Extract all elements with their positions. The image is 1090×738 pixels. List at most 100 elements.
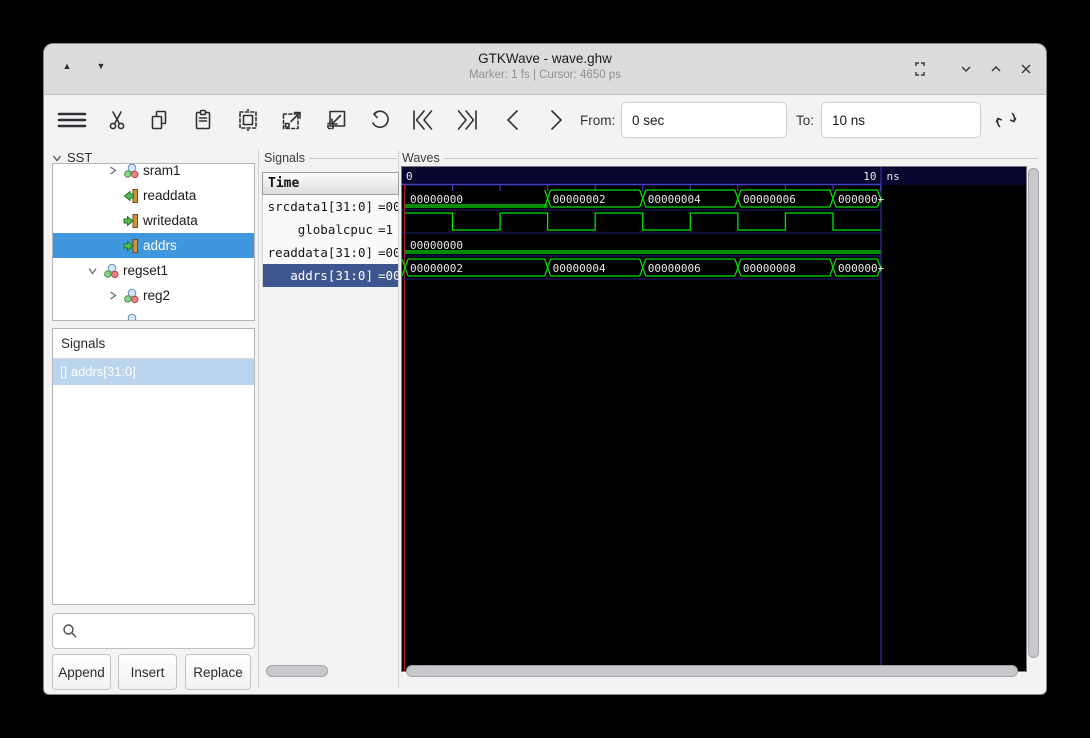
skip-to-end-icon [453,107,481,133]
svg-text:00000006: 00000006 [743,193,796,206]
copy-button[interactable] [142,103,176,137]
signal-value: =1 [378,222,393,237]
go-to-start-button[interactable] [406,103,440,137]
svg-text:00000000: 00000000 [410,239,463,252]
zoom-fit-button[interactable] [231,103,265,137]
fullscreen-button[interactable] [909,58,931,80]
paste-icon [191,108,215,132]
paste-button[interactable] [186,103,220,137]
insert-button[interactable]: Insert [118,654,177,690]
list-item[interactable]: [] addrs[31:0] [53,359,254,385]
close-icon [1018,61,1034,77]
chevron-collapsed-icon[interactable] [103,165,121,176]
zoom-fit-icon [235,107,261,133]
cut-button[interactable] [100,103,134,137]
zoom-out-icon [323,107,349,133]
tree-item-label: sram1 [143,163,181,178]
zoom-in-button[interactable] [275,103,309,137]
tree-item-label: readdata [143,188,196,203]
signal-row[interactable]: addrs[31:0] =00000002 [263,264,398,287]
go-to-end-button[interactable] [450,103,484,137]
undo-button[interactable] [362,103,396,137]
waves-hscrollbar[interactable] [406,665,1018,677]
chevron-expanded-icon [51,152,63,164]
signals-hscrollbar[interactable] [266,665,328,677]
svg-text:00000008: 00000008 [743,262,796,275]
tree-item-partial[interactable] [53,308,254,321]
signals-frame-label: Signals [264,151,397,165]
module-icon [121,163,141,179]
svg-text:00000002: 00000002 [410,262,463,275]
tree-item-label: reg2 [143,288,170,303]
zoom-out-button[interactable] [319,103,353,137]
tree-item-regset1[interactable]: regset1 [53,258,254,283]
search-field[interactable] [52,613,255,649]
close-button[interactable] [1015,58,1037,80]
next-edge-button[interactable] [539,103,573,137]
signals-list-header[interactable]: Signals [53,329,254,359]
svg-text:00000000: 00000000 [410,193,463,206]
append-button[interactable]: Append [52,654,111,690]
replace-button[interactable]: Replace [185,654,251,690]
svg-text:000000+: 000000+ [838,193,885,206]
marker-cursor-status: Marker: 1 fs | Cursor: 4650 ps [44,69,1046,81]
sst-tree[interactable]: sram1 readdata writedata addrs regset1 reg2 [52,163,255,321]
signal-row[interactable]: srcdata1[31:0] =00000000 [263,195,398,218]
window-title: GTKWave - wave.ghw [44,51,1046,66]
port-out-icon [121,238,141,254]
signal-name: globalcpuc [263,218,373,241]
from-label: From: [580,113,615,128]
previous-edge-button[interactable] [496,103,530,137]
tree-item-writedata[interactable]: writedata [53,208,254,233]
signal-name: addrs[31:0] [263,264,373,287]
module-icon [121,313,141,322]
signal-name-rows[interactable]: srcdata1[31:0] =00000000 globalcpuc =1 readd… [262,195,399,287]
signal-row[interactable]: readdata[31:0]=00000000 [263,241,398,264]
to-input[interactable] [821,102,981,138]
pane-divider[interactable] [258,150,259,688]
wave-canvas[interactable]: 010ns00000000000000020000000400000006000… [401,166,1027,672]
signals-list[interactable]: [] addrs[31:0] [53,359,254,385]
chevron-right-icon [543,107,569,133]
reload-icon [993,107,1019,133]
chevron-collapsed-icon[interactable] [103,290,121,301]
svg-text:00000006: 00000006 [648,262,701,275]
chevron-left-icon [500,107,526,133]
port-out-icon [121,213,141,229]
fullscreen-icon [912,61,928,77]
tree-item-readdata[interactable]: readdata [53,183,254,208]
tree-item-label: writedata [143,213,198,228]
zoom-in-icon [279,107,305,133]
reload-button[interactable] [989,103,1023,137]
tree-item-addrs[interactable]: addrs [53,233,254,258]
signal-value: =00000002 [378,268,398,283]
time-column-header[interactable]: Time [262,172,399,195]
hamburger-menu-icon [57,108,87,132]
svg-text:00000004: 00000004 [648,193,701,206]
chevron-up-icon [988,61,1004,77]
titlebar[interactable]: ▲ ▼ GTKWave - wave.ghw Marker: 1 fs | Cu… [44,44,1046,95]
maximize-button[interactable] [985,58,1007,80]
tree-item-sram1[interactable]: sram1 [53,163,254,183]
svg-text:ns: ns [887,170,900,183]
waves-vscrollbar[interactable] [1028,168,1039,658]
signal-row[interactable]: globalcpuc =1 [263,218,398,241]
port-in-icon [121,188,141,204]
minimize-button[interactable] [955,58,977,80]
gtkwave-window: ▲ ▼ GTKWave - wave.ghw Marker: 1 fs | Cu… [44,44,1046,694]
chevron-down-icon [958,61,974,77]
tree-item-reg2[interactable]: reg2 [53,283,254,308]
signal-value: =00000000 [378,199,398,214]
to-label: To: [796,113,814,128]
undo-icon [366,107,392,133]
svg-text:00000004: 00000004 [553,262,606,275]
menu-button[interactable] [55,103,89,137]
waveform-svg[interactable]: 010ns00000000000000020000000400000006000… [402,167,1026,671]
tree-item-label: addrs [143,238,177,253]
from-input[interactable] [621,102,787,138]
module-icon [101,263,121,279]
skip-to-start-icon [409,107,437,133]
toolbar: From: To: [44,95,1046,150]
chevron-expanded-icon[interactable] [83,265,101,276]
signal-name: srcdata1[31:0] [263,195,373,218]
